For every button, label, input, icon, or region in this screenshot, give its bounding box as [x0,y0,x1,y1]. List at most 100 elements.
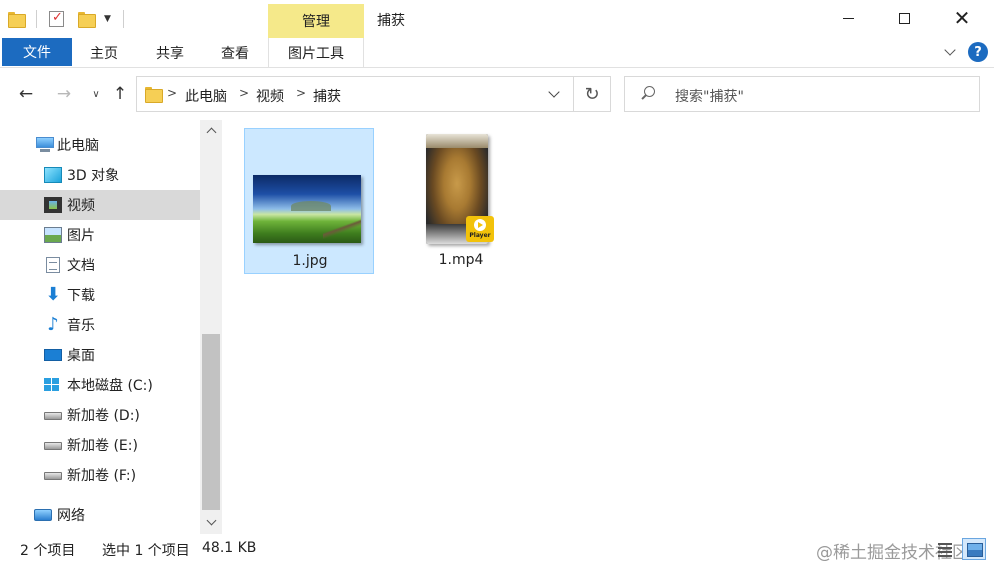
file-name: 1.jpg [292,253,328,269]
arrow-up-icon: ↑ [112,84,128,104]
nav-item-label: 3D 对象 [67,168,120,184]
arrow-left-icon: ← [18,84,34,104]
nav-item-downloads[interactable]: ⬇ 下载 [0,280,200,310]
player-badge: Player [466,216,494,242]
nav-item-drive-e[interactable]: 新加卷 (E:) [0,430,200,460]
nav-item-documents[interactable]: 文档 [0,250,200,280]
ribbon-tabs: 文件 主页 共享 查看 图片工具 ? [0,38,994,68]
breadcrumb-separator[interactable]: > [296,86,306,100]
nav-item-label: 此电脑 [57,138,99,154]
tab-home[interactable]: 主页 [76,38,132,67]
nav-item-videos[interactable]: 视频 [0,190,200,220]
address-dropdown-icon[interactable] [543,85,565,103]
tab-file[interactable]: 文件 [2,38,72,66]
search-box[interactable]: 搜索"捕获" [624,76,980,112]
nav-item-music[interactable]: ♪ 音乐 [0,310,200,340]
tab-view[interactable]: 查看 [206,38,264,67]
manage-contextual-tab[interactable]: 管理 [268,4,364,38]
close-icon: ✕ [953,6,971,30]
file-item-mp4[interactable]: Player 1.mp4 [394,128,524,274]
breadcrumb-this-pc[interactable]: 此电脑 [185,86,227,106]
pictures-icon [44,227,62,243]
nav-item-label: 视频 [67,198,95,214]
large-icons-view-icon[interactable] [962,538,986,560]
nav-item-label: 新加卷 (E:) [67,438,138,454]
chevron-down-icon: ∨ [92,88,100,100]
scroll-up-button[interactable] [200,120,222,140]
breadcrumb-separator[interactable]: > [239,86,249,100]
forward-button[interactable]: → [52,82,76,106]
download-icon: ⬇ [45,284,61,305]
nav-item-label: 新加卷 (F:) [67,468,137,484]
image-thumbnail [253,175,361,243]
nav-item-desktop[interactable]: 桌面 [0,340,200,370]
customize-qat-icon[interactable]: ▼ [104,14,111,24]
drive-icon [44,442,62,450]
details-view-icon[interactable] [936,540,954,558]
selected-count: 选中 1 个项目 [102,543,190,559]
tab-picture-tools[interactable]: 图片工具 [268,38,364,67]
scroll-thumb[interactable] [202,334,220,510]
breadcrumb-separator[interactable]: > [167,86,177,100]
recent-locations-button[interactable]: ∨ [84,82,108,106]
search-icon [641,86,655,100]
window-title: 捕获 [377,13,405,29]
selected-size: 48.1 KB [202,540,257,556]
music-icon: ♪ [47,314,59,335]
properties-icon[interactable] [49,10,64,27]
breadcrumb-capture[interactable]: 捕获 [313,86,341,106]
drive-icon [44,472,62,480]
nav-item-pictures[interactable]: 图片 [0,220,200,250]
address-divider [573,77,574,111]
nav-item-drive-f[interactable]: 新加卷 (F:) [0,460,200,490]
help-button[interactable]: ? [968,42,988,62]
breadcrumb-videos[interactable]: 视频 [256,86,284,106]
new-folder-icon[interactable] [78,12,96,28]
file-item-jpg[interactable]: 1.jpg [244,128,374,274]
nav-item-3d-objects[interactable]: 3D 对象 [0,160,200,190]
back-button[interactable]: ← [14,82,38,106]
desktop-icon [44,349,62,361]
maximize-icon [898,12,910,24]
scroll-down-button[interactable] [200,512,222,532]
nav-item-this-pc[interactable]: 此电脑 [0,130,200,160]
nav-item-network[interactable]: 网络 [0,500,200,530]
address-bar[interactable]: > 此电脑 > 视频 > 捕获 ↻ [136,76,611,112]
refresh-icon[interactable]: ↻ [577,81,607,107]
nav-item-label: 图片 [67,228,95,244]
nav-item-label: 本地磁盘 (C:) [67,378,153,394]
3d-objects-icon [44,167,62,183]
navigation-pane: 此电脑 3D 对象 视频 图片 文档 ⬇ 下载 ♪ 音乐 桌面 本地磁盘 (C:… [0,120,222,534]
nav-item-drive-c[interactable]: 本地磁盘 (C:) [0,370,200,400]
nav-item-label: 文档 [67,258,95,274]
minimize-button[interactable] [820,0,876,36]
close-button[interactable]: ✕ [934,0,990,36]
title-bar: ▼ 管理 捕获 ✕ [0,0,994,38]
player-badge-label: Player [469,232,491,239]
nav-item-label: 桌面 [67,348,95,364]
drive-c-icon [44,378,62,392]
navigation-pane-scrollbar[interactable] [200,120,222,534]
expand-ribbon-icon[interactable] [944,46,958,56]
file-list-view[interactable]: 1.jpg Player 1.mp4 [222,120,994,534]
minimize-icon [842,17,854,19]
play-icon [474,219,486,231]
computer-icon [36,137,54,152]
qat-separator [36,10,37,28]
search-placeholder: 搜索"捕获" [675,89,744,105]
maximize-button[interactable] [876,0,932,36]
status-bar: 2 个项目 选中 1 个项目 48.1 KB @稀土掘金技术社区 [0,534,994,564]
navigation-bar: ← → ∨ ↑ > 此电脑 > 视频 > 捕获 ↻ 搜索"捕获" [0,68,994,120]
folder-icon [145,87,163,103]
network-icon [34,509,52,521]
nav-item-label: 网络 [57,508,85,524]
video-folder-icon [44,197,62,213]
tab-share[interactable]: 共享 [140,38,200,67]
nav-item-label: 音乐 [67,318,95,334]
up-button[interactable]: ↑ [108,82,132,106]
item-count: 2 个项目 [20,543,76,559]
documents-icon [46,257,60,273]
quick-access-toolbar: ▼ [8,8,130,30]
nav-item-drive-d[interactable]: 新加卷 (D:) [0,400,200,430]
folder-icon [8,12,26,28]
